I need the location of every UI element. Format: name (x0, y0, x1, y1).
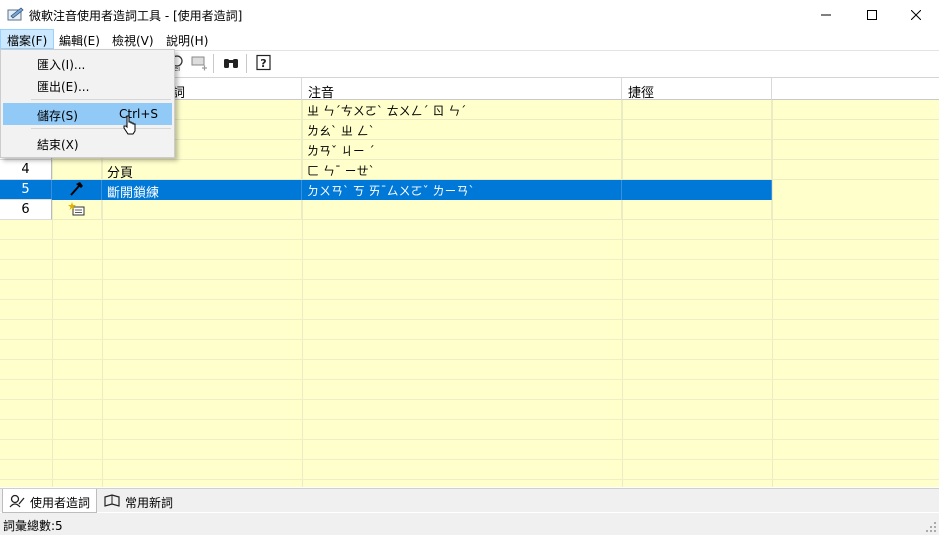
menu-import[interactable]: 匯入(I)... (3, 52, 172, 74)
phonetic-cell[interactable] (302, 200, 622, 220)
menu-separator (31, 99, 171, 100)
empty-row (0, 420, 939, 440)
row-number: 4 (0, 160, 52, 180)
empty-row (0, 380, 939, 400)
close-icon (911, 9, 921, 20)
table-row-selected[interactable]: 5 斷開鎖練 ㄉㄨㄢˋ ㄎ ㄞˉㄙㄨㄛˇ ㄌㄧㄢˋ (0, 180, 772, 200)
hammer-icon (69, 182, 83, 196)
row-number: 6 (0, 200, 52, 220)
toolbar-separator (213, 54, 214, 73)
mouse-cursor-icon (123, 115, 136, 135)
empty-row (0, 280, 939, 300)
shortcut-cell[interactable] (622, 200, 772, 220)
row-number: 5 (0, 180, 52, 200)
phonetic-cell[interactable]: ㄈ ㄣˉ ㄧㄝˋ (302, 160, 622, 180)
empty-row (0, 340, 939, 360)
menu-item-label: 結束(X) (37, 138, 79, 152)
word-cell[interactable]: 斷開鎖練 (102, 180, 302, 200)
menu-item-label: 匯入(I)... (37, 58, 86, 72)
empty-row (0, 460, 939, 480)
phonetic-cell[interactable]: ㄌㄢˇ ㄐㄧ ˊ (302, 140, 622, 160)
new-entry-icon (67, 202, 84, 216)
empty-row (0, 320, 939, 340)
empty-row (0, 360, 939, 380)
window-title: 微軟注音使用者造詞工具 - [使用者造詞] (29, 9, 243, 23)
menu-separator (31, 128, 171, 129)
shortcut-cell[interactable] (622, 100, 772, 120)
row-type-cell (52, 160, 102, 180)
row-type-cell (52, 180, 102, 200)
maximize-icon (867, 9, 877, 20)
add-entry-icon[interactable] (190, 54, 208, 72)
close-button[interactable] (893, 0, 939, 29)
row-type-cell (52, 200, 102, 220)
empty-row (0, 300, 939, 320)
menu-save[interactable]: 儲存(S) Ctrl+S (3, 103, 172, 125)
menu-exit[interactable]: 結束(X) (3, 132, 172, 154)
maximize-button[interactable] (849, 0, 895, 29)
menu-item-label: 儲存(S) (37, 109, 78, 123)
tab-bar: 使用者造詞 常用新詞 (0, 488, 939, 513)
word-cell[interactable] (102, 200, 302, 220)
title-bar: 微軟注音使用者造詞工具 - [使用者造詞] (0, 0, 939, 29)
menu-bar: 檔案(F) 編輯(E) 檢視(V) 說明(H) (0, 29, 939, 49)
empty-row (0, 240, 939, 260)
empty-row (0, 260, 939, 280)
menu-edit[interactable]: 編輯(E) (53, 29, 106, 49)
empty-row (0, 440, 939, 460)
file-menu-dropdown: 匯入(I)... 匯出(E)... 儲存(S) Ctrl+S 結束(X) (0, 49, 175, 158)
shortcut-cell[interactable] (622, 160, 772, 180)
header-phonetic[interactable]: 注音 (302, 78, 622, 100)
tab-user-words[interactable]: 使用者造詞 (2, 489, 98, 513)
svg-text:?: ? (260, 57, 266, 70)
resize-grip-icon[interactable] (925, 521, 937, 533)
binoculars-icon[interactable] (222, 54, 240, 72)
menu-item-label: 匯出(E)... (37, 80, 90, 94)
empty-row (0, 400, 939, 420)
table-row-new[interactable]: 6 (0, 200, 939, 220)
tab-label: 使用者造詞 (30, 496, 91, 510)
shortcut-cell[interactable] (622, 140, 772, 160)
shortcut-cell[interactable] (622, 120, 772, 140)
tab-common-words[interactable]: 常用新詞 (98, 489, 179, 513)
phonetic-cell[interactable]: ㄓ ㄣˊㄘㄨㄛˋ ㄊㄨㄥˊ ㄖ ㄣˊ (302, 100, 622, 120)
header-shortcut[interactable]: 捷徑 (622, 78, 772, 100)
phonetic-cell[interactable]: ㄉㄨㄢˋ ㄎ ㄞˉㄙㄨㄛˇ ㄌㄧㄢˋ (302, 180, 622, 200)
minimize-icon (821, 14, 831, 15)
empty-row (0, 220, 939, 240)
menu-export[interactable]: 匯出(E)... (3, 74, 172, 96)
status-bar: 詞彙總數:5 (0, 513, 939, 535)
menu-view[interactable]: 檢視(V) (106, 29, 160, 49)
minimize-button[interactable] (803, 0, 849, 29)
tab-label: 常用新詞 (125, 496, 174, 510)
table-row[interactable]: 4 分頁 ㄈ ㄣˉ ㄧㄝˋ (0, 160, 939, 180)
help-icon[interactable]: ? (255, 54, 273, 72)
menu-help[interactable]: 說明(H) (160, 29, 214, 49)
user-edit-icon (9, 494, 25, 508)
menu-file[interactable]: 檔案(F) (0, 29, 55, 49)
shortcut-cell[interactable] (622, 180, 772, 200)
app-icon (7, 7, 24, 21)
word-count-status: 詞彙總數:5 (3, 519, 63, 533)
toolbar-separator (246, 54, 247, 73)
book-icon (104, 494, 120, 507)
word-cell[interactable]: 分頁 (102, 160, 302, 180)
phonetic-cell[interactable]: ㄌㄠˋ ㄓ ㄥˋ (302, 120, 622, 140)
